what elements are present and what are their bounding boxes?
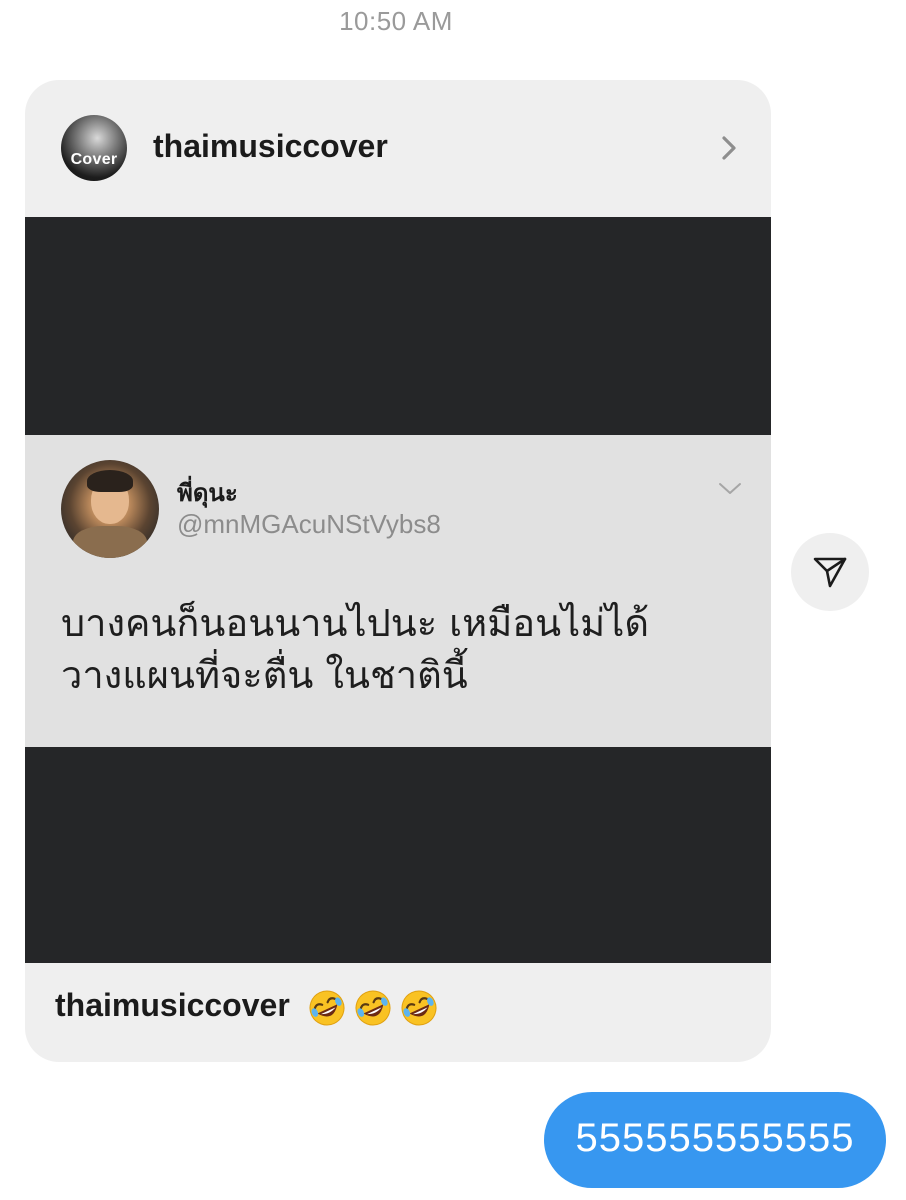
rolling-on-floor-laughing-icon — [401, 990, 437, 1026]
rolling-on-floor-laughing-icon — [355, 990, 391, 1026]
shared-post-card[interactable]: Cover thaimusiccover พี่ดุนะ @mnMGAcuNSt… — [25, 80, 771, 1062]
rolling-on-floor-laughing-icon — [309, 990, 345, 1026]
tweet-author-name: พี่ดุนะ — [177, 479, 238, 507]
caption-emojis — [307, 987, 445, 1028]
tweet-text: บางคนก็นอนนานไปนะ เหมือนไม่ได้วางแผนที่จ… — [61, 601, 650, 697]
post-caption: thaimusiccover — [55, 987, 445, 1028]
sent-message-text: 555555555555 — [575, 1116, 855, 1160]
chevron-right-icon[interactable] — [715, 134, 743, 162]
tweet-avatar — [61, 460, 159, 558]
avatar-label: Cover — [70, 151, 118, 168]
account-avatar[interactable]: Cover — [61, 115, 127, 181]
tweet-author-handle: @mnMGAcuNStVybs8 — [177, 509, 441, 539]
caption-username: thaimusiccover — [55, 987, 290, 1023]
tweet-screenshot: พี่ดุนะ @mnMGAcuNStVybs8 บางคนก็นอนนานไป… — [25, 435, 771, 747]
paper-plane-icon — [813, 557, 847, 588]
post-media[interactable]: พี่ดุนะ @mnMGAcuNStVybs8 บางคนก็นอนนานไป… — [25, 217, 771, 963]
sent-message-bubble[interactable]: 555555555555 — [544, 1092, 886, 1188]
message-timestamp: 10:50 AM — [339, 6, 453, 36]
post-username[interactable]: thaimusiccover — [153, 128, 388, 165]
chevron-down-icon — [719, 483, 741, 494]
post-header[interactable]: Cover thaimusiccover — [25, 80, 771, 217]
share-post-button[interactable] — [791, 533, 869, 611]
